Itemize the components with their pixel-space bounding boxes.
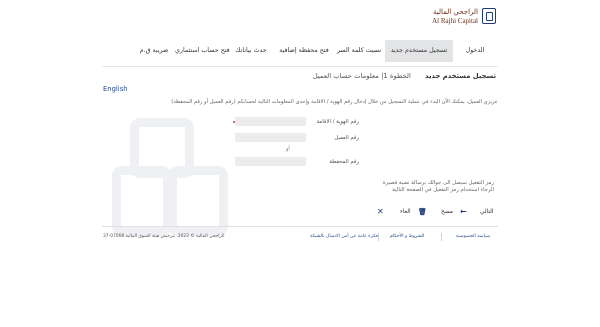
portfolio-number-input[interactable] xyxy=(235,157,306,166)
page-title: تسجيل مستخدم جديد xyxy=(425,72,496,80)
intro-text: عزيزي العميل، يمكنك الآن البدء في عملية … xyxy=(171,99,498,105)
footer-link-privacy[interactable]: سياسة الخصوصية xyxy=(456,234,490,239)
nav-divider xyxy=(102,66,498,67)
id-number-label: رقم الهوية / الاقامة xyxy=(316,119,359,125)
step-indicator: الخطوة 1| معلومات حساب العميل xyxy=(312,72,411,80)
cancel-button[interactable]: الغاء xyxy=(400,207,411,217)
watermark-logo-icon xyxy=(112,118,236,242)
footer-separator xyxy=(378,233,379,241)
activation-note-1: رمز التفعيل سيصل الى جوالك برسالة نصية ق… xyxy=(382,180,494,186)
al-rajhi-logo-icon xyxy=(482,8,496,24)
language-switch-link[interactable]: English xyxy=(103,85,128,93)
portfolio-number-label: رقم المحفظة xyxy=(329,159,359,165)
form-actions: التالي ← مسح 🗑 الغاء ✕ xyxy=(0,207,600,217)
footer-divider xyxy=(102,226,498,227)
or-label: أو xyxy=(286,146,290,152)
header: الراجحي المالية Al Rajhi Capital xyxy=(0,0,600,38)
brand-name-ar: الراجحي المالية xyxy=(432,8,478,16)
customer-number-input[interactable] xyxy=(235,133,306,142)
copyright-text: الراجحي المالية © 2022. بترخيص هيئة السو… xyxy=(103,234,225,239)
brand-logo[interactable]: الراجحي المالية Al Rajhi Capital xyxy=(432,8,478,26)
id-number-input[interactable] xyxy=(235,117,306,126)
arrow-left-icon[interactable]: ← xyxy=(460,207,467,217)
close-icon[interactable]: ✕ xyxy=(377,207,384,217)
brand-name-en: Al Rajhi Capital xyxy=(432,17,478,25)
next-button[interactable]: التالي xyxy=(480,207,494,217)
trash-icon[interactable]: 🗑 xyxy=(418,207,427,217)
activation-note-2: الرجاء استخدام رمز التفعيل في الصفحة الت… xyxy=(392,187,494,193)
footer-link-security[interactable]: فكرة عامة عن أمن الاتصال بالشبكة xyxy=(310,234,378,239)
form-heading: تسجيل مستخدم جديد الخطوة 1| معلومات حساب… xyxy=(313,72,496,80)
footer-separator xyxy=(441,233,442,241)
clear-button[interactable]: مسح xyxy=(441,207,453,217)
footer-link-terms[interactable]: الشروط و الأحكام xyxy=(390,234,424,239)
customer-number-label: رقم العميل xyxy=(334,135,359,141)
